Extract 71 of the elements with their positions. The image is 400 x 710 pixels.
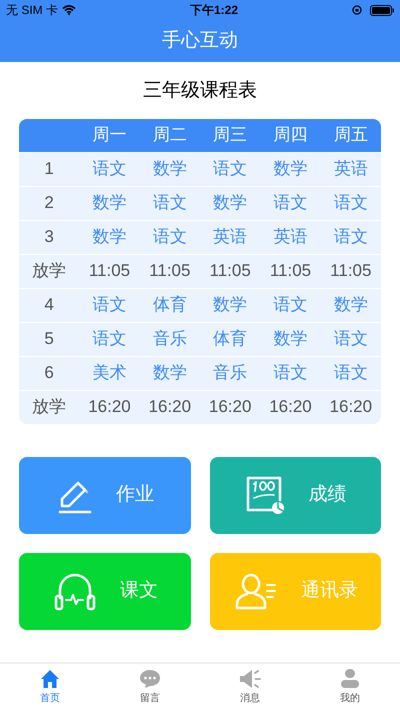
dismissal-time: 11:05 (148, 260, 192, 282)
dismissal-time: 16:20 (208, 396, 252, 418)
subject-cell-text: 语文 (91, 328, 128, 350)
dismissal-time: 11:05 (329, 260, 372, 282)
dismissal-time: 16:20 (148, 396, 192, 418)
column-header: 周五 (332, 124, 369, 146)
column-header: 周一 (91, 124, 128, 146)
schedule-title: 三年级课程表 (143, 79, 257, 103)
scoreboard-icon (244, 474, 286, 516)
subject-cell-text: 数学 (332, 294, 369, 316)
subject-cell-text: 数学 (272, 328, 308, 350)
feature-tile[interactable]: 成绩 (210, 456, 381, 534)
subject-cell-text: 语文 (152, 192, 188, 214)
carrier-label: 无 SIM 卡 (6, 2, 58, 19)
status-time: 下午1:22 (190, 2, 238, 19)
row-label: 2 (43, 192, 55, 214)
row-label: 放学 (31, 260, 68, 282)
column-header: 周四 (272, 124, 308, 146)
subject-cell-text: 数学 (212, 294, 248, 316)
home-icon (40, 668, 60, 688)
row-label: 1 (43, 158, 55, 180)
subject-cell-text: 数学 (91, 192, 128, 214)
dismissal-time: 16:20 (268, 396, 313, 418)
subject-cell-text: 语文 (272, 362, 308, 384)
tab-item[interactable]: 留言 (100, 664, 200, 710)
tab-item[interactable]: 消息 (200, 664, 300, 710)
column-header: 周三 (212, 124, 248, 146)
feature-tile[interactable]: 作业 (19, 456, 190, 534)
subject-cell-text: 数学 (152, 362, 188, 384)
subject-cell-text: 语文 (332, 328, 369, 350)
subject-cell-text: 英语 (212, 226, 248, 248)
subject-cell-text: 语文 (332, 226, 369, 248)
dismissal-time: 11:05 (268, 260, 312, 282)
dismissal-time: 16:20 (87, 396, 132, 418)
subject-cell-text: 美术 (91, 362, 128, 384)
subject-cell-text: 数学 (91, 226, 128, 248)
subject-cell-text: 语文 (212, 158, 248, 180)
subject-cell-text: 语文 (272, 192, 308, 214)
subject-cell-text: 语文 (332, 362, 369, 384)
column-header: 周二 (152, 124, 188, 146)
subject-cell-text: 数学 (272, 158, 308, 180)
row-label: 6 (43, 362, 55, 384)
subject-cell-text: 数学 (212, 192, 248, 214)
chat-bubble-icon (139, 668, 161, 688)
wifi-icon (62, 5, 76, 15)
tab-item[interactable]: 首页 (0, 664, 100, 710)
dismissal-time: 16:20 (328, 396, 374, 418)
speaker-icon (239, 668, 261, 688)
person-icon (340, 668, 360, 688)
subject-cell-text: 语文 (91, 294, 128, 316)
subject-cell-text: 语文 (332, 192, 369, 214)
subject-cell-text: 体育 (212, 328, 248, 350)
row-label: 3 (43, 226, 55, 248)
tab-item[interactable]: 我的 (300, 664, 400, 710)
dismissal-time: 11:05 (208, 260, 252, 282)
subject-cell-text: 数学 (152, 158, 188, 180)
dismissal-time: 11:05 (88, 260, 132, 282)
app-title: 手心互动 (162, 28, 238, 53)
row-label: 5 (43, 328, 55, 350)
subject-cell-text: 英语 (272, 226, 308, 248)
rotation-lock-icon (352, 5, 362, 15)
row-label: 4 (43, 294, 55, 316)
subject-cell-text: 语文 (152, 226, 188, 248)
subject-cell-text: 音乐 (212, 362, 248, 384)
subject-cell-text: 音乐 (152, 328, 188, 350)
subject-cell-text: 英语 (332, 158, 369, 180)
battery-icon (370, 4, 394, 16)
row-label: 放学 (31, 396, 68, 418)
subject-cell-text: 语文 (91, 158, 128, 180)
subject-cell-text: 体育 (152, 294, 188, 316)
subject-cell-text: 语文 (272, 294, 308, 316)
